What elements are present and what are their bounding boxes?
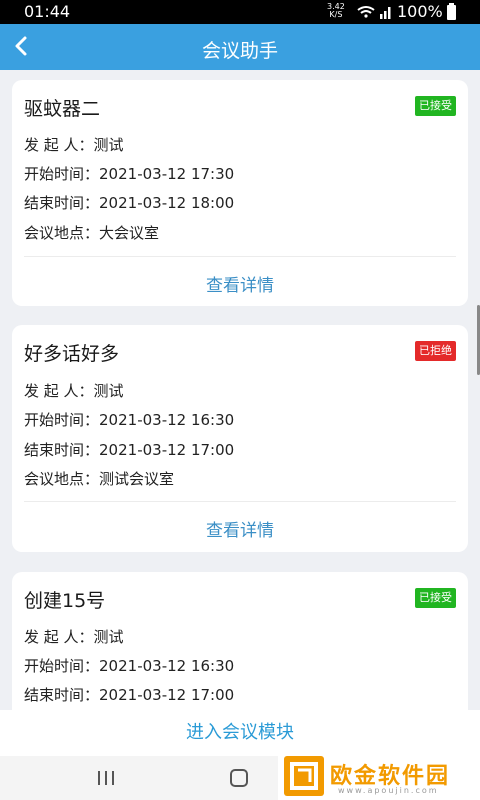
wifi-signal-icon: [357, 6, 391, 19]
start-time-row: 开始时间：2021-03-12 16:30: [24, 411, 235, 429]
nav-bar: 会议助手: [0, 24, 480, 70]
battery-percent: 100%: [397, 2, 443, 21]
end-time-row: 结束时间：2021-03-12 18:00: [24, 194, 235, 212]
location-row: 会议地点：测试会议室: [24, 470, 175, 488]
enter-meeting-module-button[interactable]: 进入会议模块: [0, 710, 480, 756]
meeting-title: 驱蚊器二: [24, 98, 101, 120]
battery-icon: [447, 3, 456, 20]
network-speed: 3.42 K/S: [327, 2, 345, 19]
status-time: 01:44: [24, 2, 71, 21]
home-icon[interactable]: [230, 769, 248, 787]
start-time-row: 开始时间：2021-03-12 17:30: [24, 165, 235, 183]
meeting-title: 好多话好多: [24, 343, 120, 365]
initiator-row: 发 起 人：测试: [24, 382, 124, 400]
initiator-row: 发 起 人：测试: [24, 628, 124, 646]
status-badge: 已接受: [415, 96, 456, 116]
status-bar: 01:44 3.42 K/S 100%: [0, 0, 480, 24]
divider: [24, 256, 456, 257]
recent-apps-icon[interactable]: [96, 770, 116, 786]
initiator-row: 发 起 人：测试: [24, 136, 124, 154]
meeting-card: 好多话好多 已拒绝 发 起 人：测试 开始时间：2021-03-12 16:30…: [12, 325, 468, 552]
meeting-title: 创建15号: [24, 590, 106, 612]
watermark-logo-icon: [284, 756, 324, 796]
end-time-row: 结束时间：2021-03-12 17:00: [24, 686, 235, 704]
view-details-link[interactable]: 查看详情: [12, 516, 468, 541]
divider: [24, 501, 456, 502]
status-badge: 已拒绝: [415, 341, 456, 361]
page-title: 会议助手: [201, 40, 278, 62]
end-time-row: 结束时间：2021-03-12 17:00: [24, 441, 235, 459]
watermark-url: www.apoujin.com: [338, 786, 439, 795]
location-row: 会议地点：大会议室: [24, 224, 160, 242]
watermark: 欧金软件园 www.apoujin.com: [278, 752, 480, 800]
view-details-link[interactable]: 查看详情: [12, 271, 468, 296]
meeting-card: 驱蚊器二 已接受 发 起 人：测试 开始时间：2021-03-12 17:30 …: [12, 80, 468, 306]
status-badge: 已接受: [415, 588, 456, 608]
start-time-row: 开始时间：2021-03-12 16:30: [24, 657, 235, 675]
